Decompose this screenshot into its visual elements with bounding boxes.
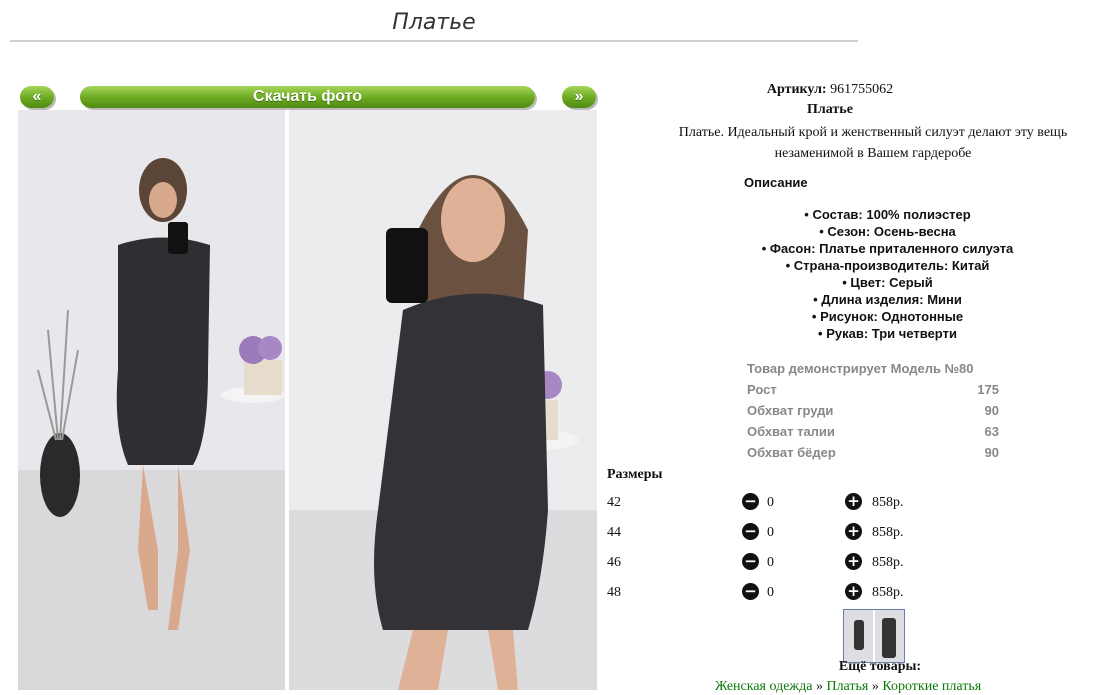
product-photo[interactable] [18,110,597,690]
property-list: Состав: 100% полиэстер Сезон: Осень-весн… [700,206,1075,342]
increase-quantity-button[interactable]: + [845,493,862,510]
model-measurements-table: Товар демонстрирует Модель №80 Рост 175 … [747,358,999,463]
quantity-value: 0 [767,525,774,540]
product-thumbnail[interactable] [843,609,905,663]
property-item: Длина изделия: Мини [700,291,1075,308]
sku-label: Артикул: [766,82,827,97]
size-price: 858р. [872,585,904,600]
prev-photo-button[interactable]: « [20,86,54,108]
quantity-value: 0 [767,495,774,510]
size-price: 858р. [872,495,904,510]
increase-quantity-button[interactable]: + [845,583,862,600]
table-row: Обхват бёдер 90 [747,442,999,463]
size-label: 46 [607,555,621,570]
measure-label: Рост [747,382,777,397]
breadcrumb-link[interactable]: Платья [826,679,868,694]
breadcrumb: Женская одежда » Платья » Короткие плать… [715,679,981,695]
size-price: 858р. [872,555,904,570]
breadcrumb-link[interactable]: Женская одежда [715,679,812,694]
property-item: Состав: 100% полиэстер [700,206,1075,223]
property-item: Страна-производитель: Китай [700,257,1075,274]
property-item: Фасон: Платье приталенного силуэта [700,240,1075,257]
measure-label: Обхват талии [747,424,835,439]
more-products-heading: Ещё товары: [838,659,922,674]
quantity-value: 0 [767,555,774,570]
sizes-heading: Размеры [607,467,663,482]
size-price: 858р. [872,525,904,540]
decrease-quantity-button[interactable]: − [742,553,759,570]
breadcrumb-link[interactable]: Короткие платья [882,679,981,694]
breadcrumb-separator: » [815,679,823,694]
decrease-quantity-button[interactable]: − [742,523,759,540]
measure-value: 63 [984,424,999,439]
property-item: Рукав: Три четверти [700,325,1075,342]
size-label: 44 [607,525,621,540]
size-label: 42 [607,495,621,510]
measure-label: Обхват бёдер [747,445,836,460]
size-row: 42 − 0 + 858р. [607,493,927,513]
measure-value: 90 [984,445,999,460]
quantity-value: 0 [767,585,774,600]
measure-label: Обхват груди [747,403,834,418]
table-row: Обхват талии 63 [747,421,999,442]
download-photo-button[interactable]: Скачать фото [80,86,535,108]
increase-quantity-button[interactable]: + [845,523,862,540]
sku-value: 961755062 [830,82,894,97]
description-heading: Описание [744,175,808,190]
breadcrumb-separator: » [871,679,879,694]
size-row: 48 − 0 + 858р. [607,583,927,603]
title-divider [10,40,858,42]
product-description: Платье. Идеальный крой и женственный сил… [678,125,1068,161]
decrease-quantity-button[interactable]: − [742,583,759,600]
size-label: 48 [607,585,621,600]
measure-value: 90 [984,403,999,418]
product-name: Платье [807,102,853,117]
size-row: 44 − 0 + 858р. [607,523,927,543]
sku-line: Артикул: 961755062 [640,82,1020,98]
product-photo-illustration [18,110,597,690]
thumbnail-image [844,610,904,662]
model-heading: Товар демонстрирует Модель №80 [747,361,974,376]
property-item: Рисунок: Однотонные [700,308,1075,325]
table-row: Обхват груди 90 [747,400,999,421]
table-row: Рост 175 [747,379,999,400]
property-item: Сезон: Осень-весна [700,223,1075,240]
size-row: 46 − 0 + 858р. [607,553,927,573]
property-item: Цвет: Серый [700,274,1075,291]
increase-quantity-button[interactable]: + [845,553,862,570]
measure-value: 175 [977,382,999,397]
page-title: Платье [392,10,476,35]
decrease-quantity-button[interactable]: − [742,493,759,510]
next-photo-button[interactable]: » [562,86,596,108]
